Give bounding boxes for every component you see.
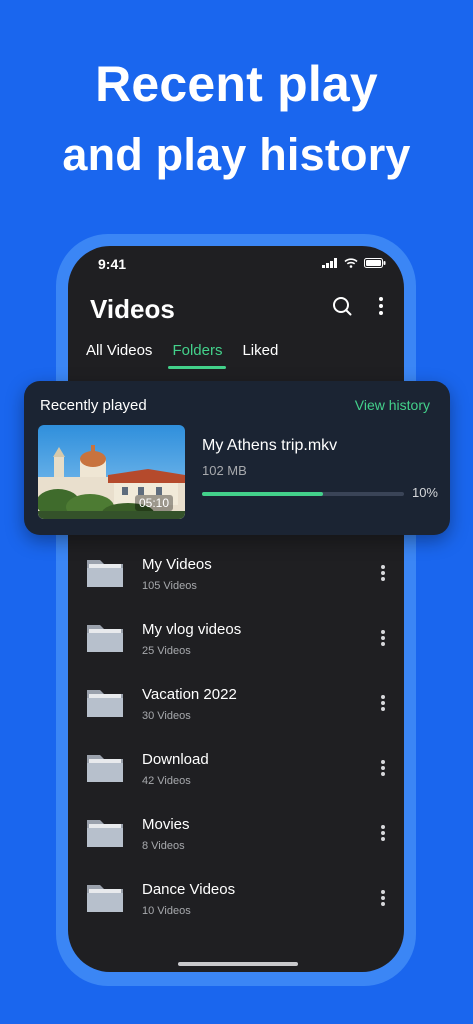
video-file-name[interactable]: My Athens trip.mkv [202, 437, 337, 455]
folder-count: 10 Videos [142, 905, 191, 917]
folder-name: My Videos [142, 556, 212, 573]
status-icons [322, 258, 386, 268]
more-vertical-icon[interactable] [380, 759, 386, 777]
tab-folders[interactable]: Folders [168, 342, 227, 369]
folder-count: 42 Videos [142, 775, 191, 787]
folder-name: My vlog videos [142, 621, 242, 638]
folder-count: 105 Videos [142, 580, 197, 592]
more-vertical-icon[interactable] [378, 296, 384, 316]
tab-bar: All Videos Folders Liked [86, 342, 278, 369]
status-time: 9:41 [98, 256, 127, 272]
tab-all-videos[interactable]: All Videos [86, 342, 152, 369]
folder-name: Movies [142, 816, 190, 833]
folder-row[interactable]: Vacation 2022 30 Videos [68, 682, 404, 747]
folder-list: My Videos 105 Videos My vlog videos 25 V… [68, 552, 404, 942]
headline-line-2: and play history [62, 129, 411, 180]
headline-line-1: Recent play [95, 56, 378, 112]
search-icon[interactable] [332, 296, 352, 316]
folder-name: Download [142, 751, 209, 768]
folder-row[interactable]: Download 42 Videos [68, 747, 404, 812]
folder-count: 25 Videos [142, 645, 191, 657]
video-file-size: 102 MB [202, 463, 247, 478]
folder-icon [87, 885, 123, 912]
more-vertical-icon[interactable] [380, 564, 386, 582]
wifi-icon [344, 258, 358, 268]
tab-liked[interactable]: Liked [242, 342, 278, 369]
folder-row[interactable]: My vlog videos 25 Videos [68, 617, 404, 682]
page-title: Videos [90, 294, 175, 324]
folder-icon [87, 625, 123, 652]
playback-progress-fill [202, 492, 324, 496]
folder-name: Vacation 2022 [142, 686, 237, 703]
folder-row[interactable]: Movies 8 Videos [68, 812, 404, 877]
folder-row[interactable]: Dance Videos 10 Videos [68, 877, 404, 942]
more-vertical-icon[interactable] [380, 824, 386, 842]
battery-icon [364, 258, 386, 268]
more-vertical-icon[interactable] [380, 694, 386, 712]
folder-icon [87, 820, 123, 847]
more-vertical-icon[interactable] [380, 889, 386, 907]
folder-count: 8 Videos [142, 840, 185, 852]
view-history-link[interactable]: View history [355, 397, 430, 413]
folder-count: 30 Videos [142, 710, 191, 722]
folder-icon [87, 755, 123, 782]
folder-icon [87, 560, 123, 587]
home-indicator[interactable] [178, 962, 298, 966]
recently-played-card: Recently played View history 05:10 My At… [24, 381, 450, 535]
signal-icon [322, 258, 337, 268]
video-thumbnail[interactable]: 05:10 [38, 425, 185, 519]
playback-progress-label: 10% [411, 485, 438, 500]
recently-played-title: Recently played [40, 397, 147, 414]
phone-screen: 9:41 Videos All Videos Folders Liked My … [68, 246, 404, 972]
playback-progress-bar [202, 492, 404, 496]
folder-row[interactable]: My Videos 105 Videos [68, 552, 404, 617]
folder-icon [87, 690, 123, 717]
video-duration: 05:10 [134, 495, 173, 511]
more-vertical-icon[interactable] [380, 629, 386, 647]
folder-name: Dance Videos [142, 881, 236, 898]
